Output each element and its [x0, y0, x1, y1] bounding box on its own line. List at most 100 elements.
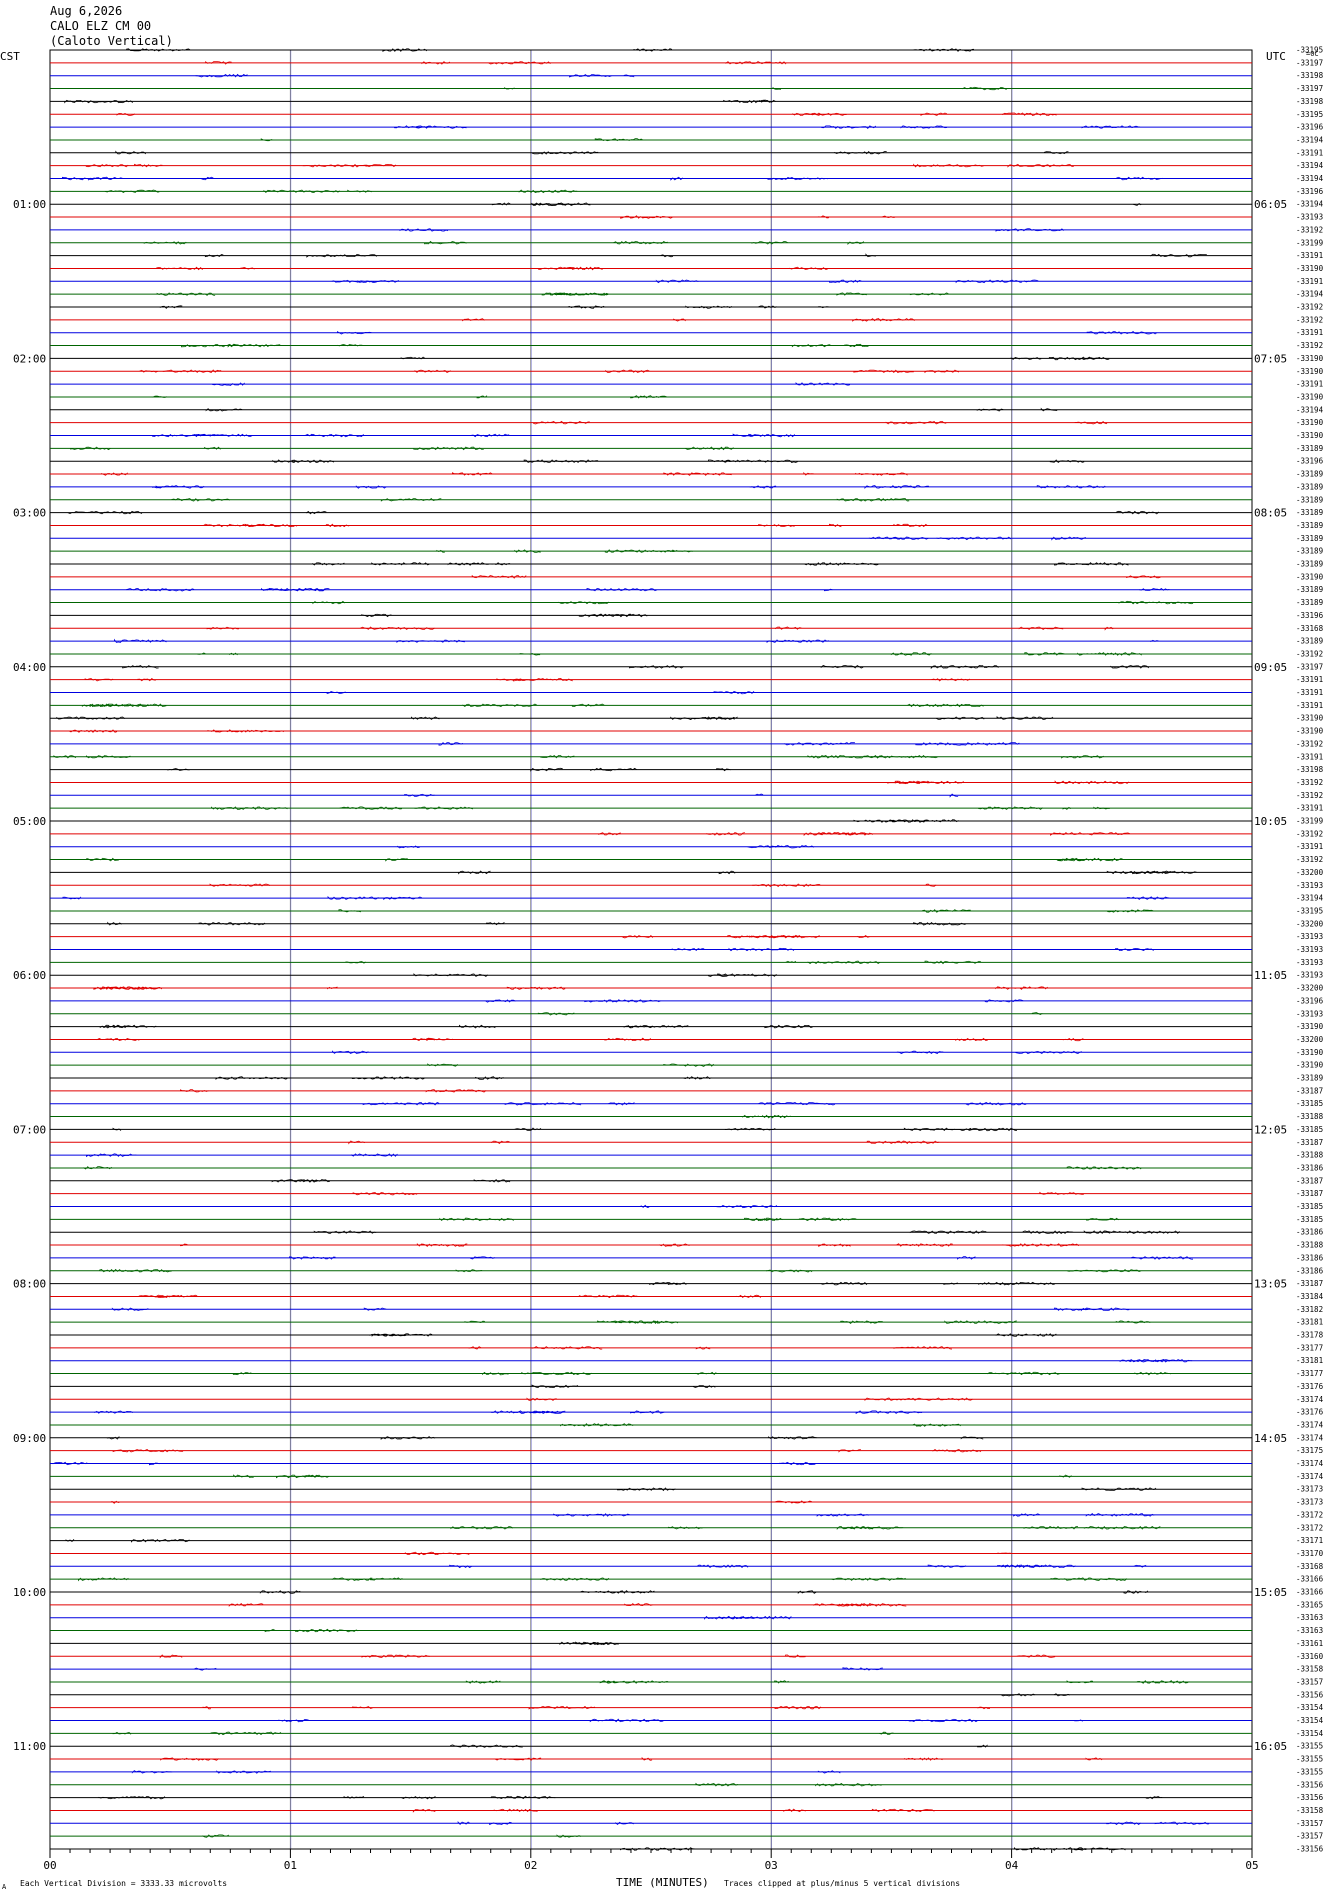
trace-value-label: -33194 [1296, 200, 1324, 209]
trace-value-label: -33198 [1296, 97, 1324, 106]
trace-value-label: -33170 [1296, 1549, 1324, 1558]
trace-noise-burst [668, 1526, 703, 1530]
right-zone-label: UTC [1266, 50, 1286, 63]
trace-value-label: -33157 [1296, 1832, 1323, 1841]
trace-value-label: -33189 [1296, 560, 1323, 569]
hour-label-right: 06:05 [1254, 198, 1287, 211]
trace-noise-burst [896, 1243, 953, 1247]
trace-noise-burst [159, 1654, 183, 1659]
trace-value-label: -33161 [1296, 1639, 1323, 1648]
trace-noise-burst [987, 1371, 1060, 1376]
trace-value-label: -33186 [1296, 1163, 1324, 1172]
hour-label-left: 02:00 [13, 352, 46, 365]
trace-value-label: -33189 [1296, 637, 1323, 646]
trace-noise-burst [352, 1192, 418, 1196]
trace-value-label: -33193 [1296, 881, 1323, 890]
trace-value-label: -33193 [1296, 958, 1323, 967]
trace-value-label: -33158 [1296, 1665, 1324, 1674]
x-tick-label: 04 [1005, 1859, 1019, 1872]
trace-value-label: -33187 [1296, 1279, 1323, 1288]
trace-value-label: -33200 [1296, 984, 1324, 993]
trace-noise-burst [1054, 562, 1129, 566]
trace-value-label: -33190 [1296, 1022, 1324, 1031]
trace-value-label: -33163 [1296, 1626, 1323, 1635]
trace-value-label: -33172 [1296, 1510, 1323, 1519]
trace-value-label: -33192 [1296, 739, 1323, 748]
trace-noise-burst [470, 433, 510, 438]
x-tick-label: 05 [1245, 1859, 1258, 1872]
trace-value-label: -33191 [1296, 701, 1323, 710]
trace-value-label: -33156 [1296, 1793, 1324, 1802]
trace-value-label: -33190 [1296, 354, 1324, 363]
trace-noise-burst [1049, 459, 1085, 463]
trace-noise-burst [306, 254, 378, 258]
trace-value-label: -33168 [1296, 624, 1324, 633]
trace-value-label: -33189 [1296, 1074, 1323, 1083]
trace-value-label: -33192 [1296, 341, 1323, 350]
trace-value-label: -33187 [1296, 1086, 1323, 1095]
trace-noise-burst [817, 1770, 841, 1774]
trace-value-label: -33155 [1296, 1742, 1323, 1751]
trace-value-label: -33189 [1296, 508, 1323, 517]
trace-value-label: -33192 [1296, 791, 1323, 800]
trace-noise-burst [797, 1590, 817, 1595]
trace-noise-burst [697, 1564, 749, 1569]
trace-noise-burst [604, 1037, 652, 1041]
trace-noise-burst [531, 1384, 579, 1389]
trace-value-label: -33190 [1296, 431, 1324, 440]
trace-noise-burst [1106, 1821, 1141, 1826]
trace-value-label: -33174 [1296, 1395, 1324, 1404]
trace-value-label: -33194 [1296, 174, 1324, 183]
x-tick-label: 02 [524, 1859, 537, 1872]
trace-value-label: -33181 [1296, 1318, 1323, 1327]
trace-value-label: -33181 [1296, 1356, 1323, 1365]
trace-noise-burst [1081, 125, 1141, 129]
trace-value-label: -33182 [1296, 1305, 1323, 1314]
footer-marker: A [2, 1883, 7, 1891]
trace-value-label: -33191 [1296, 277, 1323, 286]
trace-value-label: -33192 [1296, 649, 1323, 658]
trace-value-label: -33185 [1296, 1215, 1323, 1224]
hour-label-right: 11:05 [1254, 969, 1287, 982]
hour-label-right: 07:05 [1254, 352, 1287, 365]
trace-value-label: -33193 [1296, 932, 1323, 941]
trace-noise-burst [206, 626, 240, 630]
trace-value-label: -33191 [1296, 842, 1323, 851]
trace-value-label: -33188 [1296, 1112, 1324, 1121]
trace-value-label: -33190 [1296, 727, 1324, 736]
hour-label-right: 16:05 [1254, 1740, 1287, 1753]
trace-value-label: -33178 [1296, 1331, 1324, 1340]
trace-noise-burst [920, 112, 948, 116]
trace-value-label: -33173 [1296, 1485, 1323, 1494]
trace-value-label: -33190 [1296, 1048, 1324, 1057]
trace-value-label: -33154 [1296, 1703, 1324, 1712]
trace-value-label: -33176 [1296, 1382, 1324, 1391]
hour-label-left: 04:00 [13, 661, 46, 674]
hour-label-right: 12:05 [1254, 1123, 1287, 1136]
trace-value-label: -33171 [1296, 1536, 1323, 1545]
trace-value-label: -33190 [1296, 572, 1324, 581]
hour-label-right: 09:05 [1254, 661, 1287, 674]
trace-value-label: -33166 [1296, 1575, 1324, 1584]
hour-label-left: 11:00 [13, 1740, 46, 1753]
trace-value-label: -33154 [1296, 1716, 1324, 1725]
trace-value-label: -33198 [1296, 765, 1324, 774]
hour-label-left: 01:00 [13, 198, 46, 211]
hour-label-left: 05:00 [13, 815, 46, 828]
trace-value-label: -33188 [1296, 1151, 1324, 1160]
trace-noise-burst [65, 1539, 75, 1543]
trace-value-label: -33189 [1296, 482, 1323, 491]
hour-label-left: 08:00 [13, 1278, 46, 1291]
hour-label-left: 07:00 [13, 1123, 46, 1136]
trace-value-label: -33192 [1296, 778, 1323, 787]
trace-value-label: -33175 [1296, 1446, 1323, 1455]
hour-label-left: 09:00 [13, 1432, 46, 1445]
trace-value-label: -33156 [1296, 1780, 1324, 1789]
trace-value-label: -33192 [1296, 225, 1323, 234]
trace-value-label: -33191 [1296, 752, 1323, 761]
trace-value-label: -33189 [1296, 598, 1323, 607]
trace-value-label: -33195 [1296, 906, 1323, 915]
trace-value-label: -33189 [1296, 585, 1323, 594]
trace-noise-burst [955, 1037, 988, 1041]
trace-noise-burst [504, 87, 515, 90]
